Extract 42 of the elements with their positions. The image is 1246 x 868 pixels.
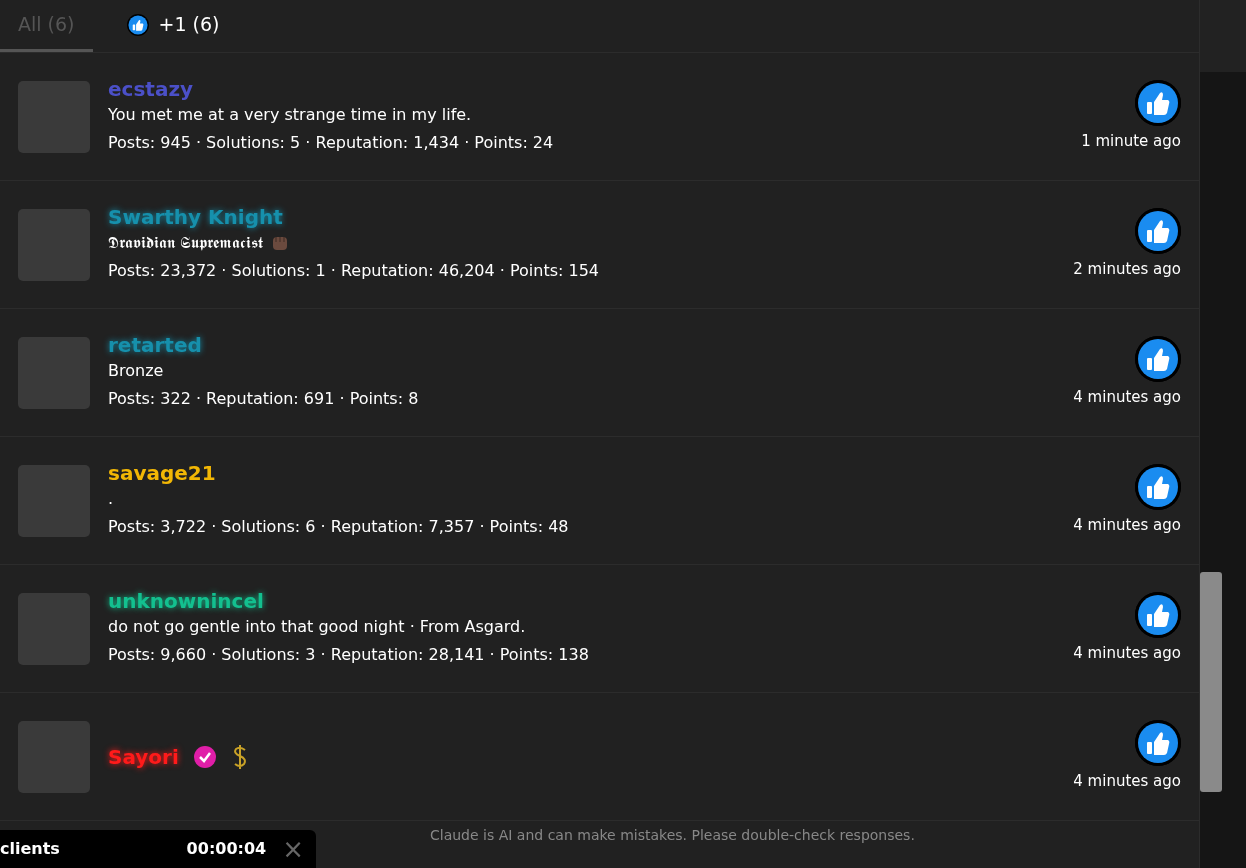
- close-button[interactable]: ×: [278, 836, 308, 862]
- user-name-link[interactable]: retarted: [108, 333, 202, 358]
- like-button[interactable]: [1135, 592, 1181, 639]
- timestamp: 4 minutes ago: [1073, 643, 1181, 665]
- avatar-photo[interactable]: [18, 464, 90, 537]
- user-name-link[interactable]: Swarthy Knight: [108, 205, 283, 230]
- scrollbar-thumb[interactable]: [1200, 572, 1222, 792]
- verified-icon: [192, 744, 217, 769]
- user-bio: do not go gentle into that good night · From Asgard.: [108, 616, 526, 639]
- recorder-label: clients: [0, 838, 60, 860]
- user-stats: Posts: 9,660 · Solutions: 3 · Reputation: 28,141 · Points: 138: [108, 643, 589, 666]
- like-button[interactable]: [1135, 464, 1181, 511]
- timestamp: 4 minutes ago: [1073, 771, 1181, 793]
- user-name-link[interactable]: unknownincel: [108, 589, 264, 614]
- timestamp: 4 minutes ago: [1073, 387, 1181, 409]
- avatar-photo[interactable]: [18, 592, 90, 665]
- like-button[interactable]: [1135, 80, 1181, 127]
- user-stats: Posts: 322 · Reputation: 691 · Points: 8: [108, 387, 419, 410]
- avatar-photo[interactable]: [18, 208, 90, 281]
- recorder-timer: 00:00:04: [186, 838, 267, 860]
- user-bio: .: [108, 488, 114, 511]
- avatar-photo[interactable]: [18, 336, 90, 409]
- like-button[interactable]: [1135, 720, 1181, 767]
- like-button[interactable]: [1135, 336, 1181, 383]
- avatar-photo[interactable]: [18, 80, 90, 153]
- like-button[interactable]: [1135, 208, 1181, 255]
- user-stats: Posts: 945 · Solutions: 5 · Reputation: 1,434 · Points: 24: [108, 131, 554, 154]
- avatar-photo[interactable]: [18, 720, 90, 793]
- disclaimer-text: Claude is AI and can make mistakes. Please double-check responses.: [429, 826, 916, 845]
- user-bio: Bronze: [108, 360, 164, 383]
- like-icon: [126, 13, 149, 36]
- timestamp: 1 minute ago: [1081, 131, 1181, 153]
- user-stats: Posts: 23,372 · Solutions: 1 · Reputation: 46,204 · Points: 154: [108, 259, 600, 282]
- tab[interactable]: +1 (6): [108, 0, 238, 52]
- timestamp: 4 minutes ago: [1073, 515, 1181, 537]
- user-name-link[interactable]: Sayori: [108, 744, 179, 769]
- user-bio: 𝕯𝖗𝖆𝖛𝖎𝖉𝖎𝖆𝖓 𝕾𝖚𝖕𝖗𝖊𝖒𝖆𝖈𝖎𝖘𝖙: [108, 232, 264, 255]
- user-name-link[interactable]: ecstazy: [108, 77, 194, 102]
- user-stats: Posts: 3,722 · Solutions: 6 · Reputation: 7,357 · Points: 48: [108, 515, 569, 538]
- user-name-link[interactable]: savage21: [108, 461, 216, 486]
- timestamp: 2 minutes ago: [1073, 259, 1181, 281]
- user-bio: You met me at a very strange time in my life.: [108, 104, 472, 127]
